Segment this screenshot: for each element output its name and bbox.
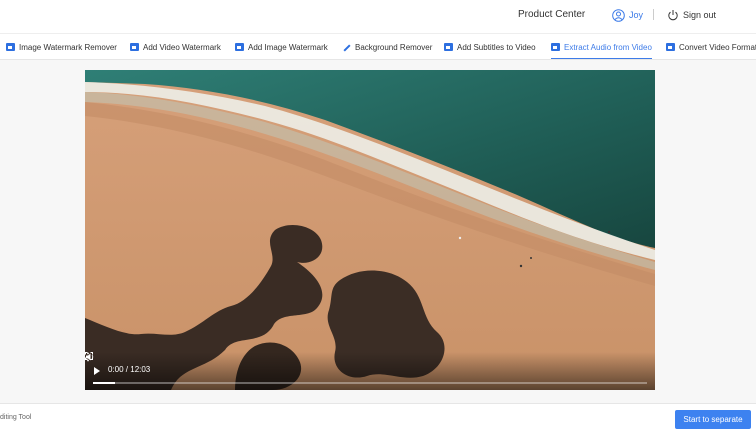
power-icon <box>668 10 678 21</box>
more-options-icon[interactable] <box>85 352 91 362</box>
tab-label: Extract Audio from Video <box>564 42 652 52</box>
tab-convert-video-format[interactable]: Convert Video Format <box>666 34 756 59</box>
user-menu[interactable]: Joy <box>612 7 643 23</box>
tool-tabs: Image Watermark Remover Add Video Waterm… <box>0 33 756 60</box>
video-frame <box>85 70 655 390</box>
sign-out-button[interactable]: Sign out <box>667 7 716 23</box>
progress-bar[interactable] <box>93 382 647 384</box>
video-controls: 0:00 / 12:03 <box>85 352 655 390</box>
tab-label: Add Video Watermark <box>143 42 221 52</box>
tab-add-video-watermark[interactable]: Add Video Watermark <box>130 34 221 59</box>
play-icon[interactable] <box>94 367 100 375</box>
audio-icon <box>551 43 560 51</box>
tab-add-image-watermark[interactable]: Add Image Watermark <box>235 34 328 59</box>
tab-label: Image Watermark Remover <box>19 42 117 52</box>
convert-icon <box>666 43 675 51</box>
tab-extract-audio[interactable]: Extract Audio from Video <box>551 34 652 59</box>
tab-label: Add Subtitles to Video <box>457 42 536 52</box>
video-player[interactable]: 0:00 / 12:03 <box>85 70 655 390</box>
user-icon <box>612 8 625 22</box>
image-icon <box>235 43 244 51</box>
tab-add-subtitles[interactable]: Add Subtitles to Video <box>444 34 536 59</box>
product-center-link[interactable]: Product Center <box>518 9 585 20</box>
video-icon <box>130 43 139 51</box>
sign-out-label: Sign out <box>683 10 717 20</box>
header-divider <box>653 9 654 20</box>
user-name: Joy <box>629 10 644 20</box>
bottom-bar: diting Tool Start to separate <box>0 403 756 432</box>
start-to-separate-button[interactable]: Start to separate <box>675 410 751 429</box>
tab-background-remover[interactable]: Background Remover <box>342 34 433 59</box>
progress-fill <box>93 382 116 384</box>
workspace: 0:00 / 12:03 <box>0 60 756 403</box>
image-icon <box>6 43 15 51</box>
tab-label: Convert Video Format <box>679 42 756 52</box>
subtitles-icon <box>444 43 453 51</box>
tab-label: Background Remover <box>355 42 433 52</box>
magic-brush-icon <box>342 43 351 52</box>
top-bar: Product Center Joy Sign out <box>0 0 756 33</box>
time-display: 0:00 / 12:03 <box>108 365 151 374</box>
editing-tool-label: diting Tool <box>0 414 32 421</box>
tab-image-watermark-remover[interactable]: Image Watermark Remover <box>6 34 117 59</box>
tab-label: Add Image Watermark <box>248 42 328 52</box>
